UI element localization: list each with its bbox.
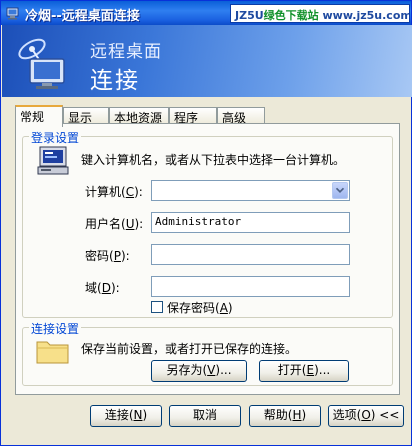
save-password-label[interactable]: 保存密码(A)	[167, 299, 233, 316]
login-instruction: 键入计算机名，或者从下拉表中选择一台计算机。	[81, 153, 346, 167]
connection-settings-label: 连接设置	[29, 320, 82, 337]
computer-label-key: C	[125, 185, 135, 199]
dropdown-button[interactable]	[332, 182, 348, 199]
chevron-down-icon	[335, 187, 345, 194]
computer-label-text: 计算机	[85, 185, 122, 199]
password-field[interactable]	[151, 244, 350, 265]
save-password-label-key: A	[219, 301, 228, 315]
banner-subtitle: 远程桌面	[90, 42, 162, 62]
banner-title: 连接	[90, 68, 140, 94]
options-collapse-indicator: <<	[379, 408, 400, 422]
domain-label: 域(D):	[85, 281, 120, 295]
domain-field[interactable]	[151, 276, 350, 297]
save-as-key: V	[207, 363, 216, 377]
watermark-green: 绿色下载站	[263, 9, 319, 22]
remote-desktop-icon	[6, 7, 19, 20]
watermark: JZ5U绿色下载站 www.jz5u.com	[230, 4, 410, 23]
monitor-satellite-icon	[18, 38, 65, 89]
tab-panel-general: 登录设置 键入计算机名，或者从下拉表中选择一台计算机。 计算机(C): 用户名(…	[15, 123, 400, 395]
save-password-checkbox[interactable]	[151, 301, 163, 313]
computer-combobox[interactable]	[151, 180, 350, 201]
options-button[interactable]: 选项(O) <<	[328, 405, 404, 427]
username-label: 用户名(U):	[85, 217, 144, 231]
username-field[interactable]: Administrator	[151, 212, 350, 233]
connection-instruction: 保存当前设置，或者打开已保存的连接。	[81, 342, 298, 356]
save-password-label-text: 保存密码	[167, 301, 216, 315]
login-settings-label: 登录设置	[29, 129, 82, 146]
open-button[interactable]: 打开(E)...	[259, 360, 349, 382]
login-settings-group: 登录设置 键入计算机名，或者从下拉表中选择一台计算机。 计算机(C): 用户名(…	[22, 129, 393, 318]
domain-label-key: D	[101, 281, 111, 295]
options-key: O	[361, 408, 371, 422]
connect-label: 连接	[104, 408, 129, 422]
open-label: 打开	[277, 363, 302, 377]
password-label: 密码(P):	[85, 249, 130, 263]
help-key: H	[292, 408, 302, 422]
connection-settings-group: 连接设置 保存当前设置，或者打开已保存的连接。 另存为(V)... 打开(E).…	[22, 320, 393, 386]
computer-icon	[37, 146, 69, 175]
tab-general[interactable]: 常规	[15, 105, 63, 127]
save-as-button[interactable]: 另存为(V)...	[151, 360, 247, 382]
open-key: E	[306, 363, 315, 377]
watermark-brand: JZ5U	[235, 9, 264, 22]
cancel-button[interactable]: 取消	[169, 405, 241, 427]
options-label: 选项	[332, 408, 357, 422]
banner: 远程桌面 连接	[2, 25, 412, 97]
title-bar[interactable]: 冷烟--远程桌面连接 JZ5U绿色下载站 www.jz5u.com	[1, 1, 411, 25]
folder-icon	[36, 341, 69, 364]
username-label-text: 用户名	[85, 217, 122, 231]
password-label-text: 密码	[85, 249, 110, 263]
username-label-key: U	[125, 217, 135, 231]
help-label: 帮助	[263, 408, 288, 422]
connect-button[interactable]: 连接(N)	[90, 405, 162, 427]
help-button[interactable]: 帮助(H)	[249, 405, 321, 427]
window-title: 冷烟--远程桌面连接	[25, 9, 140, 24]
watermark-url: www.jz5u.com	[322, 9, 410, 22]
save-as-label: 另存为	[166, 363, 203, 377]
password-label-key: P	[113, 249, 121, 263]
rdp-window: 冷烟--远程桌面连接 JZ5U绿色下载站 www.jz5u.com 远程桌面 连…	[0, 0, 412, 446]
computer-label: 计算机(C):	[85, 185, 143, 199]
connect-key: N	[133, 408, 143, 422]
domain-label-text: 域	[85, 281, 98, 295]
